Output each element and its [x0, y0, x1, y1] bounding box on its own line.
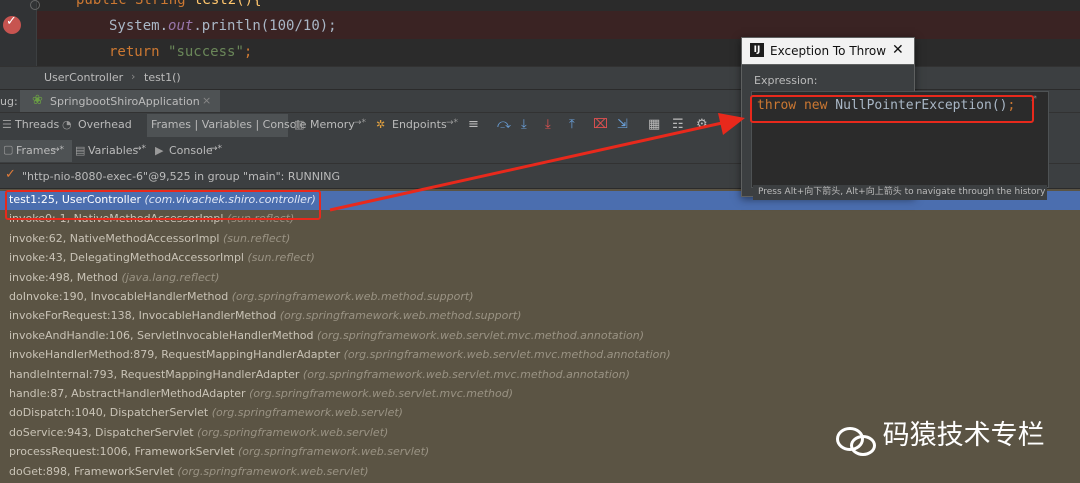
wechat-icon — [834, 423, 876, 456]
annotation-arrow — [329, 113, 745, 212]
wechat-watermark: 码猿技术专栏 — [834, 413, 1045, 456]
